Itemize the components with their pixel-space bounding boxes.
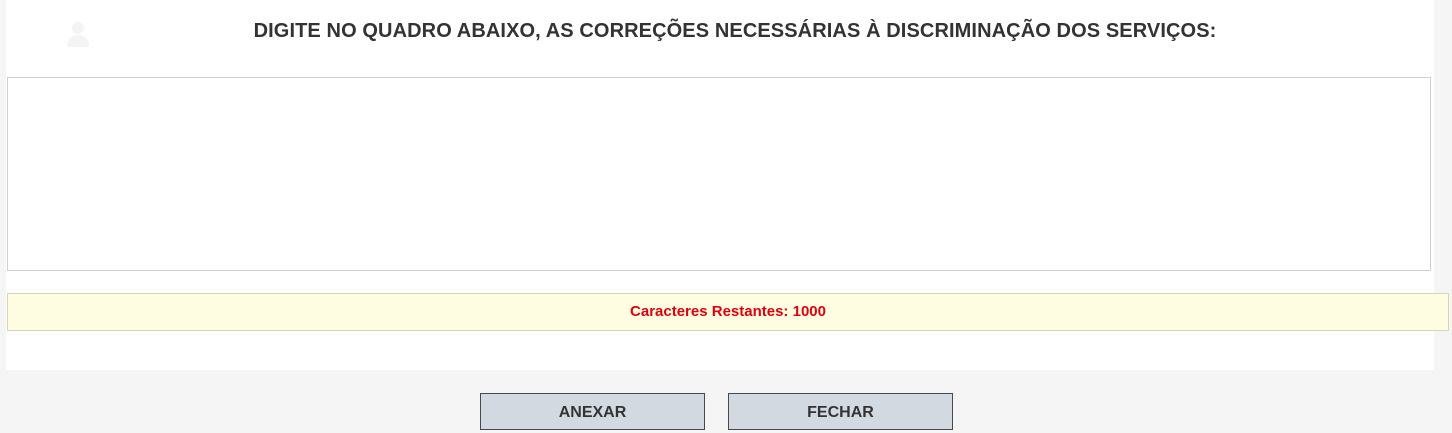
panel-header: DIGITE NO QUADRO ABAIXO, AS CORREÇÕES NE…	[6, 0, 1434, 64]
remaining-characters-counter: Caracteres Restantes: 1000	[7, 293, 1449, 331]
attach-button[interactable]: ANEXAR	[480, 393, 705, 430]
close-button[interactable]: FECHAR	[728, 393, 953, 430]
correction-panel: DIGITE NO QUADRO ABAIXO, AS CORREÇÕES NE…	[6, 0, 1449, 370]
remaining-characters-text: Caracteres Restantes: 1000	[630, 303, 826, 320]
services-correction-textarea[interactable]	[7, 77, 1431, 271]
page-title: DIGITE NO QUADRO ABAIXO, AS CORREÇÕES NE…	[253, 20, 1217, 42]
